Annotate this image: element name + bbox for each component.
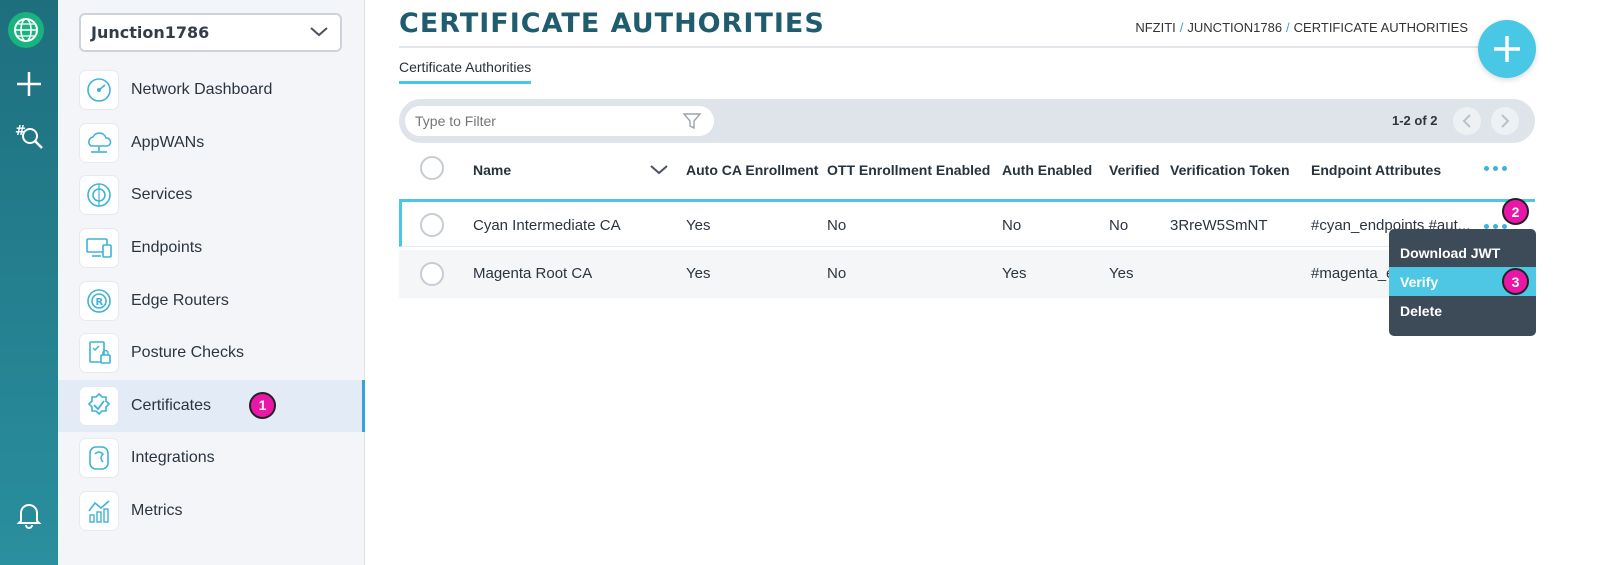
network-select[interactable]: Junction1786 <box>79 13 342 52</box>
row-checkbox[interactable] <box>420 213 444 237</box>
devices-icon <box>80 229 118 268</box>
sidebar-item-label: Posture Checks <box>131 344 244 362</box>
cloud-network-icon <box>80 123 118 162</box>
sidebar-nav: Network Dashboard AppWANs Services Endpo… <box>58 64 365 537</box>
cell-ott: No <box>827 217 847 234</box>
app-root: # Junction1786 Network Dashboard AppWANs… <box>0 0 1607 565</box>
table-header: Name Auto CA Enrollment OTT Enrollment E… <box>399 150 1535 196</box>
sidebar-item-network-dashboard[interactable]: Network Dashboard <box>58 64 365 117</box>
search-tag-icon[interactable]: # <box>9 116 49 156</box>
sidebar-item-appwans[interactable]: AppWANs <box>58 117 365 170</box>
column-header-auto-ca[interactable]: Auto CA Enrollment <box>686 162 818 178</box>
sidebar-item-label: AppWANs <box>131 133 205 151</box>
router-icon: R <box>80 281 118 320</box>
sidebar-item-endpoints[interactable]: Endpoints <box>58 222 365 275</box>
table-toolbar: 1-2 of 2 <box>399 99 1535 143</box>
sidebar: Junction1786 Network Dashboard AppWANs S… <box>58 0 365 565</box>
globe-icon[interactable] <box>8 12 44 48</box>
next-page-button[interactable] <box>1491 107 1519 135</box>
sidebar-item-label: Integrations <box>131 449 215 467</box>
column-header-token[interactable]: Verification Token <box>1170 162 1290 178</box>
column-header-attributes[interactable]: Endpoint Attributes <box>1311 162 1441 178</box>
gauge-icon <box>80 71 118 110</box>
page-title: CERTIFICATE AUTHORITIES <box>399 8 825 39</box>
select-all-checkbox[interactable] <box>420 156 444 180</box>
menu-item-download-jwt[interactable]: Download JWT <box>1389 238 1536 267</box>
cell-auto-ca: Yes <box>686 217 711 234</box>
sidebar-item-label: Endpoints <box>131 239 203 257</box>
cell-verified: No <box>1109 217 1129 234</box>
sidebar-item-posture-checks[interactable]: Posture Checks <box>58 327 365 380</box>
step-badge-3: 3 <box>1502 268 1529 295</box>
column-header-verified[interactable]: Verified <box>1109 162 1160 178</box>
sidebar-item-metrics[interactable]: Metrics <box>58 485 365 538</box>
add-icon[interactable] <box>9 64 49 104</box>
sidebar-item-label: Edge Routers <box>131 291 229 309</box>
chevron-left-icon <box>1462 114 1471 128</box>
column-header-auth[interactable]: Auth Enabled <box>1002 162 1092 178</box>
bell-icon[interactable] <box>9 495 49 535</box>
column-options-icon[interactable] <box>1484 166 1507 171</box>
step-badge-2: 2 <box>1502 198 1529 225</box>
certificate-badge-icon <box>80 386 118 425</box>
sidebar-item-label: Certificates <box>131 396 212 414</box>
tab-certificate-authorities[interactable]: Certificate Authorities <box>399 59 532 84</box>
title-divider <box>399 46 1535 48</box>
network-select-value: Junction1786 <box>91 23 210 42</box>
integrations-icon <box>80 439 118 478</box>
plus-icon <box>1494 36 1520 62</box>
checklist-lock-icon <box>80 334 118 373</box>
breadcrumb-separator: / <box>1286 20 1290 35</box>
chevron-right-icon <box>1501 114 1510 128</box>
cell-auth: No <box>1002 217 1022 234</box>
cell-name: Magenta Root CA <box>473 265 593 282</box>
sidebar-item-certificates[interactable]: Certificates 1 <box>58 379 365 433</box>
cell-auto-ca: Yes <box>686 265 711 282</box>
step-badge-1: 1 <box>249 391 276 419</box>
prev-page-button[interactable] <box>1453 107 1481 135</box>
table-row[interactable]: Cyan Intermediate CA Yes No No No 3RreW5… <box>399 199 1535 247</box>
breadcrumb-separator: / <box>1179 20 1184 35</box>
result-count: 1-2 of 2 <box>1392 113 1438 128</box>
cell-verified: Yes <box>1109 265 1134 282</box>
menu-item-delete[interactable]: Delete <box>1389 296 1536 325</box>
sidebar-item-edge-routers[interactable]: R Edge Routers <box>58 274 365 327</box>
sidebar-item-label: Metrics <box>131 502 183 520</box>
sidebar-item-integrations[interactable]: Integrations <box>58 432 365 485</box>
filter-icon[interactable] <box>682 112 702 130</box>
cell-token: 3RreW5SmNT <box>1170 217 1268 234</box>
sidebar-item-label: Services <box>131 186 193 204</box>
chevron-down-icon[interactable] <box>648 162 670 178</box>
sidebar-item-label: Network Dashboard <box>131 81 273 99</box>
breadcrumb-item-current: CERTIFICATE AUTHORITIES <box>1293 20 1468 35</box>
cell-name: Cyan Intermediate CA <box>473 217 621 234</box>
sidebar-item-services[interactable]: Services <box>58 169 365 222</box>
metrics-icon <box>80 492 118 531</box>
column-header-name[interactable]: Name <box>473 162 511 178</box>
breadcrumb-item-junction[interactable]: JUNCTION1786 <box>1187 20 1282 35</box>
row-checkbox[interactable] <box>420 262 444 286</box>
left-rail: # <box>0 0 58 565</box>
column-header-ott[interactable]: OTT Enrollment Enabled <box>827 162 990 178</box>
cell-auth: Yes <box>1002 265 1027 282</box>
services-icon <box>80 176 118 215</box>
add-button[interactable] <box>1478 20 1536 78</box>
chevron-down-icon <box>310 27 328 37</box>
breadcrumb-item-network[interactable]: NFZITI <box>1135 20 1175 35</box>
svg-text:R: R <box>96 297 104 308</box>
table-row[interactable]: Magenta Root CA Yes No Yes Yes #magenta_… <box>399 250 1535 298</box>
breadcrumb: NFZITI / JUNCTION1786/CERTIFICATE AUTHORIT… <box>1135 20 1468 35</box>
cell-attributes: #magenta_e <box>1311 265 1391 282</box>
filter-input[interactable] <box>405 106 714 136</box>
cell-ott: No <box>827 265 847 282</box>
